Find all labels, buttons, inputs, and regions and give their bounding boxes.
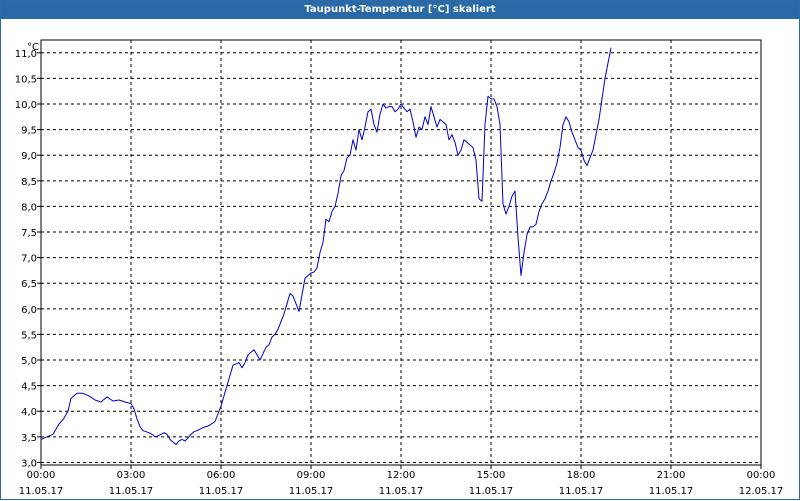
x-tick-time-label: 00:00 [747,470,776,481]
x-tick-date-label: 12.05.17 [739,486,784,497]
y-axis-ticks: 3,0 3,5 4,0 4,5 5,0 5,5 6,0 6,5 7,0 7,5 8,0 8,5 9,0 9… [15,49,41,469]
y-tick-label: 9,0 [21,151,37,162]
x-axis-ticks: 00:00 11.05.17 03:00 11.05.17 06:00 11.05.17 0… [19,465,784,497]
x-tick-date-label: 11.05.17 [379,486,424,497]
series-group [40,47,612,445]
x-tick-time-label: 09:00 [297,470,326,481]
x-tick-time-label: 12:00 [387,470,416,481]
y-tick-label: 4,0 [21,407,37,418]
x-tick-date-label: 11.05.17 [199,486,244,497]
y-tick-label: 8,5 [21,177,37,188]
y-tick-label: 6,0 [21,305,37,316]
y-tick-label: 4,5 [21,382,37,393]
x-tick-time-label: 21:00 [657,470,686,481]
y-axis-unit-label: °C [27,42,39,53]
y-tick-label: 5,0 [21,356,37,367]
x-tick-date-label: 11.05.17 [649,486,694,497]
dew-point-chart: 3,0 3,5 4,0 4,5 5,0 5,5 6,0 6,5 7,0 7,5 8,0 8,5 9,0 9… [15,39,784,497]
x-tick-time-label: 18:00 [567,470,596,481]
x-tick-date-label: 11.05.17 [469,486,514,497]
x-tick-time-label: 00:00 [27,470,56,481]
y-tick-label: 10,5 [15,74,37,85]
y-tick-label: 6,5 [21,279,37,290]
x-tick-time-label: 03:00 [117,470,146,481]
y-tick-label: 5,5 [21,330,37,341]
x-tick-date-label: 11.05.17 [289,486,334,497]
y-tick-label: 7,0 [21,254,37,265]
y-tick-label: 8,0 [21,202,37,213]
series-line-0 [40,47,612,445]
x-tick-date-label: 11.05.17 [19,486,64,497]
x-tick-time-label: 15:00 [477,470,506,481]
y-tick-label: 3,0 [21,458,37,469]
window-title: Taupunkt-Temperatur [°C] skaliert [1,1,799,19]
y-tick-label: 10,0 [15,100,37,111]
x-tick-time-label: 06:00 [207,470,236,481]
chart-window: Taupunkt-Temperatur [°C] skaliert 3,0 3,5… [0,0,800,500]
y-tick-label: 7,5 [21,228,37,239]
x-tick-date-label: 11.05.17 [559,486,604,497]
y-tick-label: 9,5 [21,126,37,137]
x-tick-date-label: 11.05.17 [109,486,154,497]
y-tick-label: 3,5 [21,433,37,444]
